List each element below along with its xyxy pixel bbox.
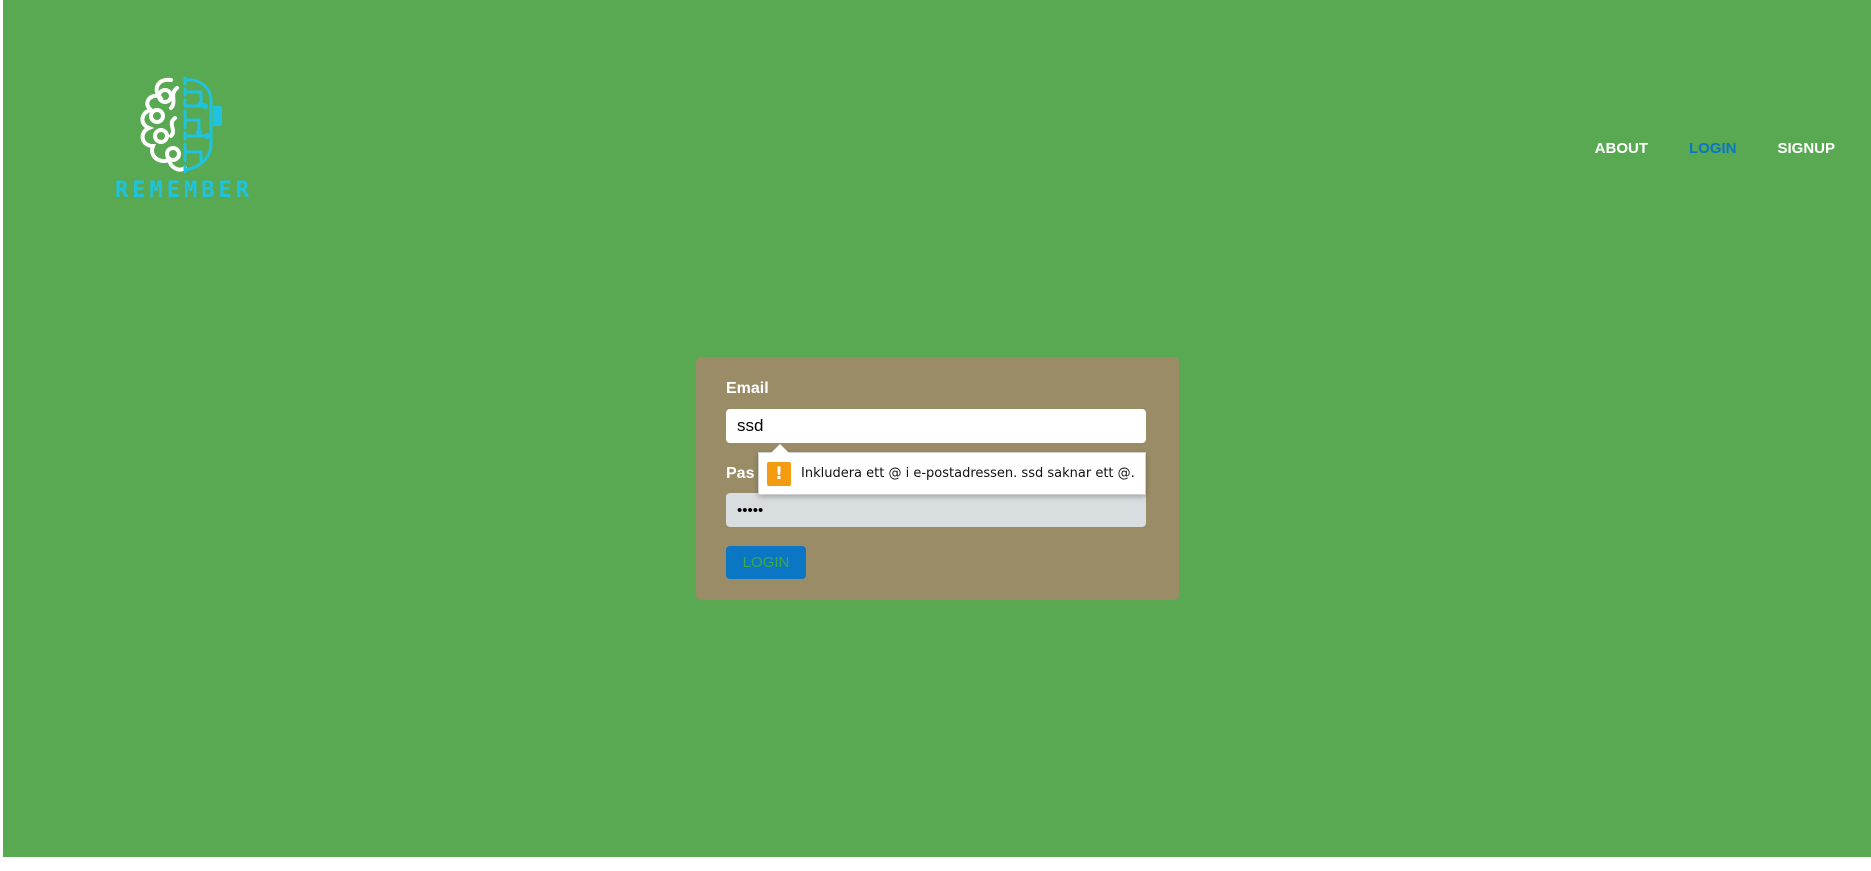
password-input[interactable] [726, 493, 1146, 527]
email-label: Email [726, 380, 769, 397]
login-button[interactable]: LOGIN [726, 546, 806, 579]
nav-about-link[interactable]: ABOUT [1595, 140, 1648, 157]
validation-tooltip: ! Inkludera ett @ i e-postadressen. ssd … [758, 444, 1146, 495]
nav-signup-link[interactable]: SIGNUP [1777, 140, 1835, 157]
brand-name: REMEMBER [115, 178, 253, 203]
nav-login-link[interactable]: LOGIN [1689, 140, 1737, 157]
email-input[interactable] [726, 409, 1146, 443]
top-nav: ABOUT LOGIN SIGNUP [1595, 140, 1835, 157]
validation-message: Inkludera ett @ i e-postadressen. ssd sa… [801, 466, 1135, 481]
password-label: Pas [726, 465, 755, 482]
warning-icon: ! [767, 461, 791, 486]
brain-circuit-icon [140, 76, 222, 174]
brand-logo[interactable]: REMEMBER [115, 74, 251, 208]
